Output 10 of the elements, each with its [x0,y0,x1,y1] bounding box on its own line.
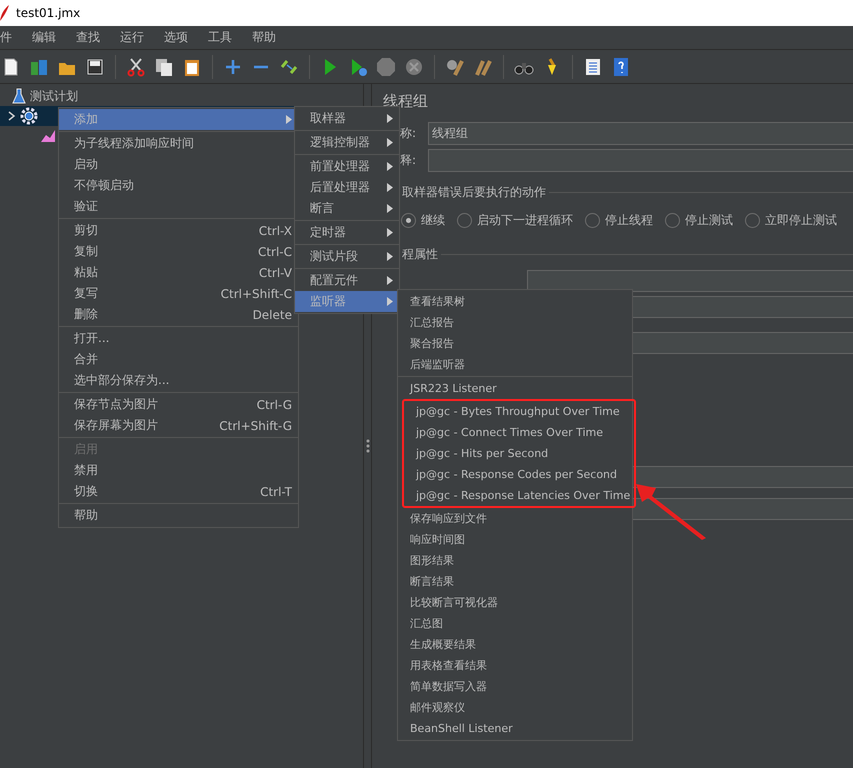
window-title: test01.jmx [16,6,80,20]
radio-label: 停止测试 [685,212,733,228]
field-label: 释: [400,152,418,169]
radio-label: 继续 [421,212,445,228]
section-title: 取样器错误后要执行的动作 [402,184,546,200]
radio-label: 启动下一进程循环 [477,212,573,228]
radio-label: 停止线程 [605,212,653,228]
section-title: 程属性 [402,246,438,262]
field-label: 称: [400,125,418,142]
radio-label: 立即停止测试 [765,212,837,228]
